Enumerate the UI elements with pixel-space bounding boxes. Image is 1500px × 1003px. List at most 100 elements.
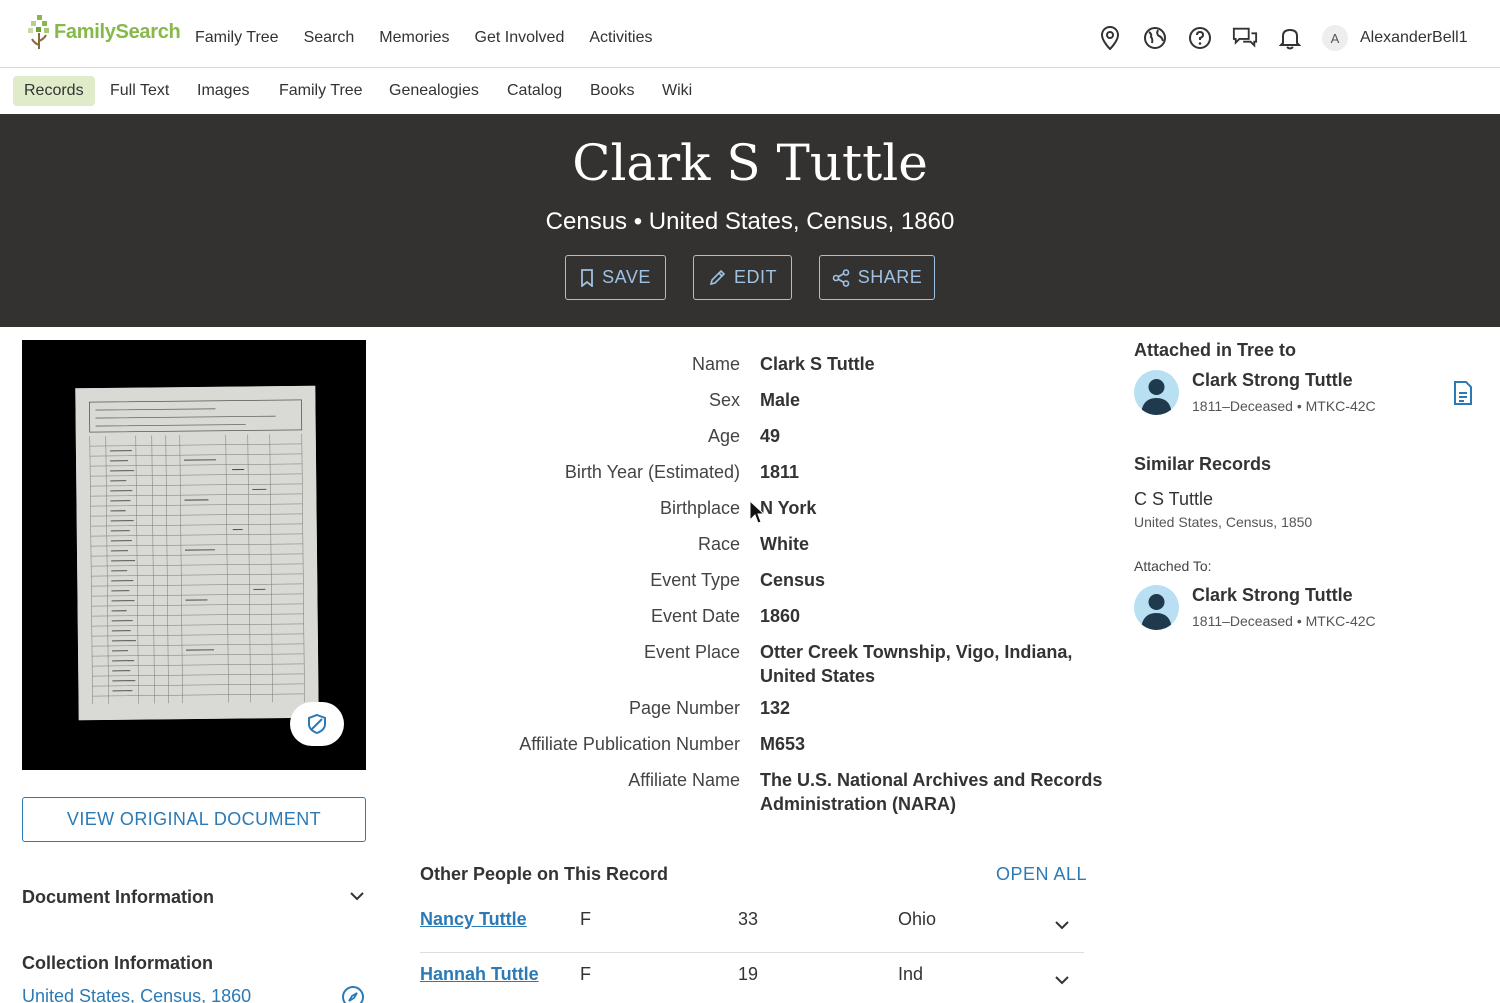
- chevron-down-icon[interactable]: [1052, 915, 1072, 935]
- field-label-race: Race: [697, 534, 740, 554]
- person-row: Nancy Tuttle F 33 Ohio: [420, 901, 1084, 955]
- nav-icon-group: A AlexanderBell1: [1097, 25, 1468, 51]
- person-avatar[interactable]: [1134, 370, 1179, 415]
- field-value-affiliate-name: The U.S. National Archives and Records A…: [760, 770, 1103, 814]
- subnav-family-tree[interactable]: Family Tree: [268, 76, 374, 106]
- nav-family-tree[interactable]: Family Tree: [195, 29, 279, 47]
- mouse-cursor-icon: [749, 500, 765, 524]
- shield-icon: [308, 713, 326, 735]
- nav-activities[interactable]: Activities: [589, 29, 652, 47]
- help-icon[interactable]: [1187, 25, 1213, 51]
- person-sex: F: [580, 909, 591, 929]
- field-value-event-type: Census: [760, 570, 826, 590]
- top-navigation: FamilySearch Family Tree Search Memories…: [0, 0, 1500, 68]
- record-subtitle: Census • United States, Census, 1860: [545, 208, 955, 235]
- person-name-link[interactable]: Hannah Tuttle: [420, 964, 539, 985]
- field-label-birthplace: Birthplace: [659, 498, 740, 518]
- collection-information-heading: Collection Information: [22, 953, 213, 973]
- tree-logo-icon: [28, 15, 49, 49]
- person-age: 33: [738, 909, 759, 929]
- share-icon: [832, 268, 850, 287]
- field-value-name: Clark S Tuttle: [760, 354, 875, 374]
- pencil-icon: [709, 269, 726, 285]
- person-sex: F: [580, 964, 591, 984]
- field-value-publication-number: M653: [760, 734, 806, 754]
- subnav-genealogies[interactable]: Genealogies: [378, 76, 490, 106]
- other-people-heading: Other People on This Record: [420, 864, 669, 884]
- field-label-event-place: Event Place: [643, 642, 740, 662]
- share-button-label: SHARE: [857, 267, 923, 287]
- chevron-down-icon[interactable]: [1052, 970, 1072, 990]
- census-page-image: [75, 385, 319, 721]
- protected-record-button[interactable]: [290, 702, 344, 746]
- subnav-images[interactable]: Images: [186, 76, 260, 106]
- user-avatar[interactable]: A: [1322, 25, 1348, 51]
- person-row: Hannah Tuttle F 19 Ind: [420, 956, 1084, 1003]
- record-header: Clark S Tuttle Census • United States, C…: [0, 114, 1500, 327]
- person-avatar[interactable]: [1134, 585, 1179, 630]
- edit-button[interactable]: EDIT: [693, 255, 792, 300]
- attached-in-tree-heading: Attached in Tree to: [1134, 340, 1297, 360]
- subnav-catalog[interactable]: Catalog: [496, 76, 573, 106]
- logo-text: FamilySearch: [54, 20, 181, 43]
- person-birthplace: Ohio: [898, 909, 937, 929]
- similar-record-name[interactable]: C S Tuttle: [1134, 489, 1213, 510]
- field-label-name: Name: [691, 354, 740, 374]
- similar-record-meta: United States, Census, 1850: [1134, 514, 1313, 530]
- attached-person-meta: 1811–Deceased • MTKC-42C: [1192, 398, 1376, 414]
- subnav-books[interactable]: Books: [579, 76, 645, 106]
- field-label-publication-number: Affiliate Publication Number: [519, 734, 740, 754]
- record-document-icon[interactable]: [1451, 380, 1475, 406]
- nav-search[interactable]: Search: [304, 29, 355, 47]
- field-value-birthplace: N York: [760, 498, 817, 518]
- person-age: 19: [738, 964, 759, 984]
- subnav-records[interactable]: Records: [13, 76, 95, 106]
- field-value-event-place: Otter Creek Township, Vigo, Indiana, Uni…: [760, 642, 1073, 686]
- open-all-button[interactable]: OPEN ALL: [996, 864, 1087, 885]
- attached-to-person-name[interactable]: Clark Strong Tuttle: [1192, 585, 1353, 606]
- share-button[interactable]: SHARE: [819, 255, 935, 300]
- field-value-sex: Male: [760, 390, 801, 410]
- view-original-document-button[interactable]: VIEW ORIGINAL DOCUMENT: [22, 797, 366, 842]
- field-label-event-type: Event Type: [650, 570, 740, 590]
- attached-to-label: Attached To:: [1134, 558, 1212, 574]
- search-sub-navigation: Records Full Text Images Family Tree Gen…: [0, 68, 1500, 114]
- familysearch-logo[interactable]: FamilySearch: [26, 12, 181, 52]
- bookmark-icon: [581, 268, 594, 287]
- row-divider: [420, 952, 1084, 953]
- person-birthplace: Ind: [898, 964, 924, 984]
- person-name-link[interactable]: Nancy Tuttle: [420, 909, 527, 930]
- field-value-event-date: 1860: [760, 606, 801, 626]
- attached-person-name[interactable]: Clark Strong Tuttle: [1192, 370, 1353, 391]
- field-value-race: White: [760, 534, 809, 554]
- save-button[interactable]: SAVE: [565, 255, 666, 300]
- collection-link[interactable]: United States, Census, 1860: [22, 986, 251, 1003]
- globe-icon[interactable]: [1142, 25, 1168, 51]
- field-label-page-number: Page Number: [628, 698, 740, 718]
- similar-records-heading: Similar Records: [1134, 454, 1272, 474]
- field-label-affiliate-name: Affiliate Name: [628, 770, 740, 790]
- attached-to-person-meta: 1811–Deceased • MTKC-42C: [1192, 613, 1376, 629]
- field-label-birth-year: Birth Year (Estimated): [564, 462, 740, 482]
- save-button-label: SAVE: [602, 267, 651, 287]
- username[interactable]: AlexanderBell1: [1360, 29, 1468, 47]
- field-value-age: 49: [760, 426, 781, 446]
- field-label-age: Age: [707, 426, 740, 446]
- field-label-event-date: Event Date: [650, 606, 740, 626]
- field-value-birth-year: 1811: [760, 462, 800, 482]
- location-pin-icon[interactable]: [1097, 25, 1123, 51]
- nav-get-involved[interactable]: Get Involved: [475, 29, 565, 47]
- main-nav-links: Family Tree Search Memories Get Involved…: [195, 29, 677, 47]
- bell-icon[interactable]: [1277, 25, 1303, 51]
- subnav-full-text[interactable]: Full Text: [99, 76, 180, 106]
- nav-memories[interactable]: Memories: [379, 29, 449, 47]
- record-image-thumbnail[interactable]: [22, 340, 366, 770]
- field-value-page-number: 132: [760, 698, 791, 718]
- document-information-heading[interactable]: Document Information: [22, 887, 214, 908]
- subnav-wiki[interactable]: Wiki: [651, 76, 703, 106]
- compass-icon[interactable]: [341, 985, 365, 1003]
- page-title: Clark S Tuttle: [572, 134, 928, 192]
- edit-button-label: EDIT: [733, 267, 777, 287]
- messages-icon[interactable]: [1232, 25, 1258, 51]
- chevron-down-icon[interactable]: [347, 886, 367, 906]
